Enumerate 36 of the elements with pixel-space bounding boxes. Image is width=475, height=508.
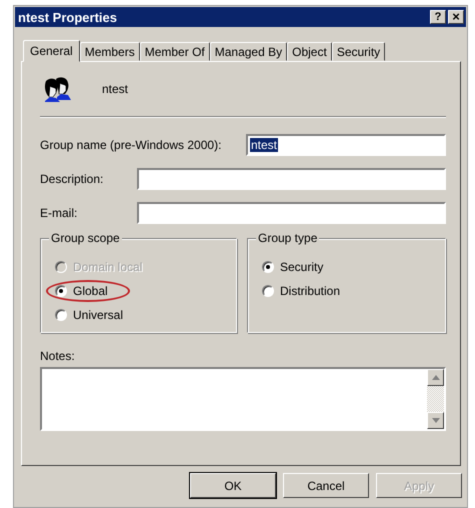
notes-field[interactable] [40,367,446,431]
tab[interactable]: General [23,40,80,62]
scrollbar[interactable] [427,369,444,429]
text-field[interactable] [137,202,446,224]
radio-button[interactable] [262,285,274,297]
tab[interactable]: Managed By [210,42,288,61]
text-field[interactable] [137,168,446,190]
radio-label[interactable]: Security [280,260,324,274]
field-label: E-mail: [40,206,78,220]
group-box-title: Group scope [49,231,122,245]
close-button[interactable]: × [448,10,464,24]
text-field[interactable]: ntest [246,134,446,156]
group-name-heading: ntest [102,82,128,96]
notes-label: Notes: [40,349,76,363]
dialog-button[interactable]: OK [190,473,276,498]
tab[interactable]: Members [80,42,140,61]
tab[interactable]: Member Of [140,42,210,61]
radio-label[interactable]: Distribution [280,284,340,298]
field-label: Description: [40,172,104,186]
tab[interactable]: Object [287,42,332,61]
radio-button[interactable] [55,309,67,321]
radio-button[interactable] [262,261,274,273]
up-arrow-icon [432,375,440,380]
window-title: ntest Properties [18,10,117,24]
help-button[interactable]: ? [430,10,446,24]
down-arrow-icon [432,418,440,423]
radio-label[interactable]: Universal [73,308,124,322]
radio-button[interactable] [55,285,67,297]
field-value: ntest [250,138,278,152]
scroll-down-button[interactable] [427,412,444,429]
radio-label[interactable]: Global [73,284,108,298]
group-box-title: Group type [256,231,320,245]
scroll-up-button[interactable] [427,369,444,386]
field-label: Group name (pre-Windows 2000): [40,138,222,152]
dialog-button[interactable]: Cancel [283,473,369,498]
tab[interactable]: Security [332,42,386,61]
